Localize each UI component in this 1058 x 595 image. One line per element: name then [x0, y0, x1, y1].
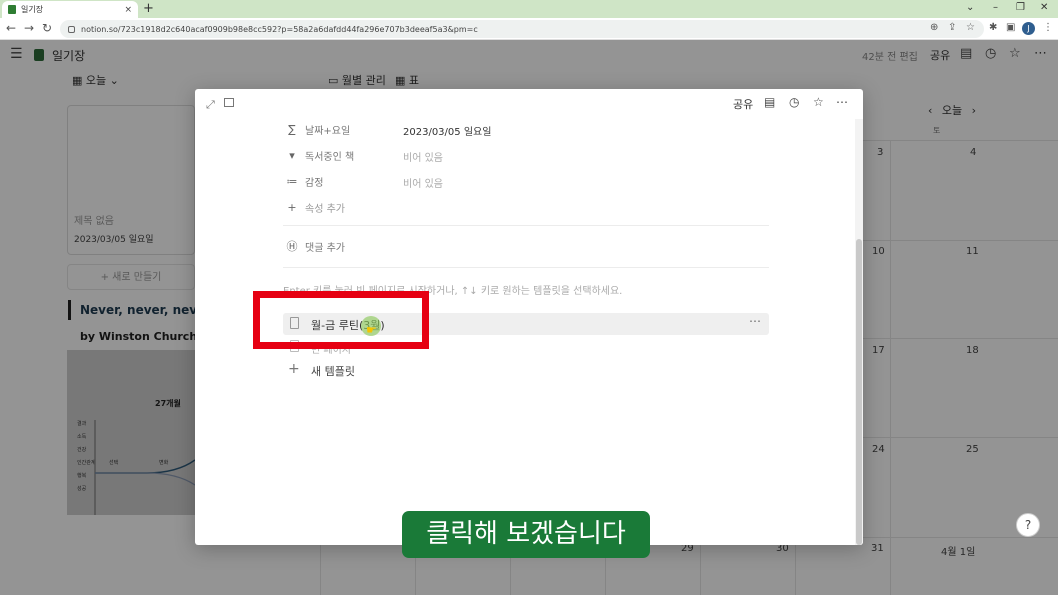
property-label: 감정	[305, 177, 324, 189]
comment-avatar-icon: Ⓗ	[286, 240, 298, 253]
list-icon: ≔	[286, 174, 298, 188]
add-property-button[interactable]: + 속성 추가	[285, 197, 345, 217]
divider	[283, 267, 769, 268]
add-property-label: 속성 추가	[305, 203, 345, 215]
new-tab-button[interactable]: +	[143, 1, 154, 17]
divider	[283, 225, 769, 226]
add-comment-button[interactable]: Ⓗ 댓글 추가	[285, 236, 345, 256]
plus-icon: +	[287, 200, 297, 214]
browser-tab-strip: 일기장 × + ⌄ – ❐ ✕	[0, 0, 1058, 18]
back-icon[interactable]: ←	[6, 21, 16, 35]
lock-icon	[68, 25, 75, 33]
sidebar-icon[interactable]: ▣	[1006, 22, 1015, 33]
property-value[interactable]: 비어 있음	[403, 149, 443, 164]
url-field[interactable]: notion.so/723c1918d2c640acaf0909b98e8cc5…	[60, 20, 984, 38]
plus-icon: +	[288, 361, 300, 377]
more-icon[interactable]: ⋯	[749, 314, 761, 328]
minimize-button[interactable]: –	[993, 2, 998, 13]
address-bar: ← → ↻ notion.so/723c1918d2c640acaf0909b9…	[0, 18, 1058, 40]
tab-title: 일기장	[21, 5, 44, 14]
notion-page-icon	[8, 5, 16, 14]
expand-icon[interactable]: ⤢	[206, 98, 215, 112]
close-window-button[interactable]: ✕	[1040, 2, 1048, 13]
select-icon: ▾	[289, 148, 295, 162]
profile-avatar[interactable]: J	[1022, 22, 1035, 35]
property-row[interactable]: ▾ 독서중인 책	[285, 145, 354, 165]
tab-close-icon[interactable]: ×	[124, 5, 132, 15]
property-row[interactable]: ∑ 날짜+요일	[285, 119, 350, 139]
property-label: 날짜+요일	[305, 125, 351, 137]
url-text: notion.so/723c1918d2c640acaf0909b98e8cc5…	[81, 24, 478, 34]
comment-icon[interactable]: ▤	[764, 95, 775, 109]
restore-button[interactable]: ❐	[1016, 2, 1025, 13]
browser-tab[interactable]: 일기장 ×	[2, 1, 138, 18]
property-value[interactable]: 비어 있음	[403, 175, 443, 190]
formula-icon: ∑	[288, 122, 296, 136]
share-page-icon[interactable]: ⇪	[948, 22, 956, 33]
help-button[interactable]: ?	[1016, 513, 1040, 537]
browser-menu-icon[interactable]: ⋮	[1043, 22, 1053, 33]
open-side-peek-icon[interactable]	[224, 98, 234, 107]
extensions-icon[interactable]: ✱	[989, 22, 997, 33]
hand-cursor-icon: ☛	[366, 323, 377, 337]
property-label: 독서중인 책	[305, 151, 355, 163]
forward-icon[interactable]: →	[24, 21, 34, 35]
favorite-star-icon[interactable]: ☆	[813, 95, 824, 109]
add-comment-label: 댓글 추가	[305, 242, 345, 254]
bookmark-star-icon[interactable]: ☆	[966, 22, 975, 33]
property-value[interactable]: 2023/03/05 일요일	[403, 123, 491, 138]
zoom-icon[interactable]: ⊕	[930, 22, 938, 33]
new-template-button[interactable]: 새 템플릿	[311, 363, 355, 379]
scrollbar-thumb[interactable]	[856, 239, 862, 545]
tab-search-icon[interactable]: ⌄	[966, 2, 974, 13]
reload-icon[interactable]: ↻	[42, 21, 52, 35]
highlight-box	[253, 291, 429, 349]
property-row[interactable]: ≔ 감정	[285, 171, 324, 191]
history-icon[interactable]: ◷	[789, 95, 799, 109]
more-icon[interactable]: ⋯	[836, 95, 848, 109]
modal-share-button[interactable]: 공유	[733, 96, 753, 112]
subtitle-caption: 클릭해 보겠습니다	[402, 511, 650, 558]
